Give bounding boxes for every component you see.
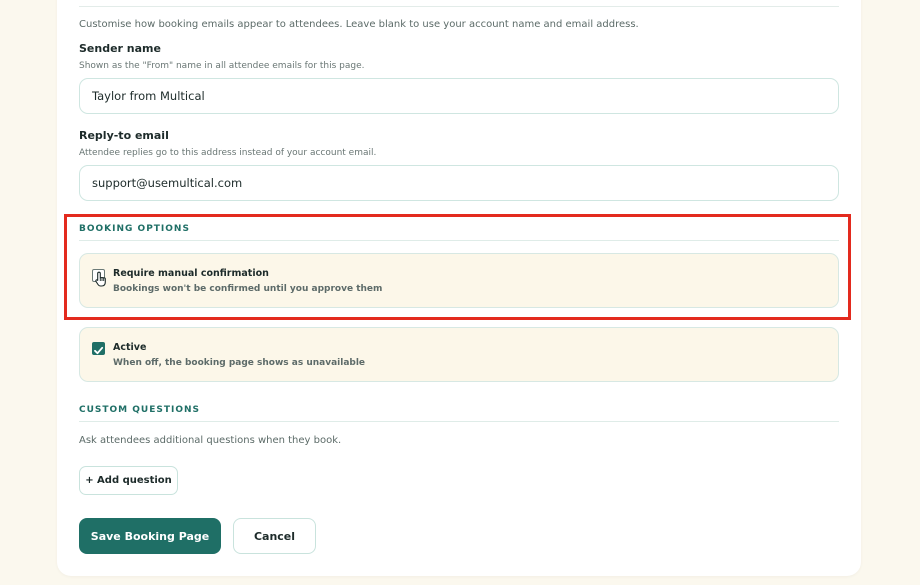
custom-questions-divider: [79, 421, 839, 422]
custom-questions-description: Ask attendees additional questions when …: [79, 435, 342, 446]
manual-confirmation-option[interactable]: Require manual confirmation Bookings won…: [79, 253, 839, 308]
manual-confirmation-description: Bookings won't be confirmed until you ap…: [113, 284, 383, 294]
booking-options-heading: BOOKING OPTIONS: [79, 224, 190, 234]
sender-name-label: Sender name: [79, 42, 161, 55]
reply-to-hint: Attendee replies go to this address inst…: [79, 148, 377, 158]
active-description: When off, the booking page shows as unav…: [113, 358, 366, 368]
cancel-button[interactable]: Cancel: [233, 518, 316, 554]
sender-name-input[interactable]: [79, 78, 839, 114]
page-background: Customise how booking emails appear to a…: [0, 0, 920, 585]
booking-options-divider: [79, 240, 839, 241]
custom-questions-heading: CUSTOM QUESTIONS: [79, 405, 201, 415]
reply-to-label: Reply-to email: [79, 129, 169, 142]
sender-name-hint: Shown as the "From" name in all attendee…: [79, 61, 365, 71]
hand-pointer-icon: [95, 271, 106, 287]
manual-confirmation-label: Require manual confirmation: [113, 268, 269, 279]
checkmark-icon: [94, 346, 104, 355]
add-question-button[interactable]: + Add question: [79, 466, 178, 495]
active-checkbox[interactable]: [92, 342, 105, 355]
reply-to-email-input[interactable]: [79, 165, 839, 201]
save-booking-page-button[interactable]: Save Booking Page: [79, 518, 221, 554]
email-settings-description: Customise how booking emails appear to a…: [79, 19, 639, 30]
active-option[interactable]: Active When off, the booking page shows …: [79, 327, 839, 382]
active-label: Active: [113, 342, 147, 353]
section-divider: [79, 6, 839, 7]
